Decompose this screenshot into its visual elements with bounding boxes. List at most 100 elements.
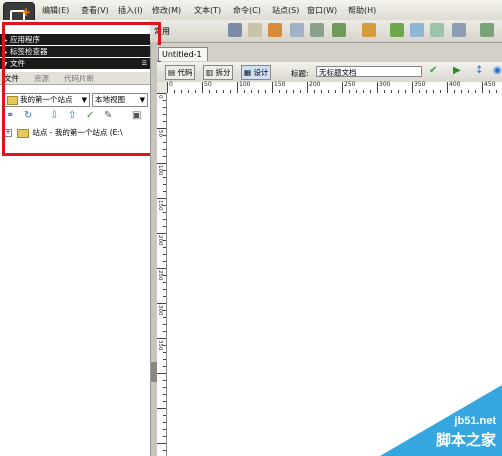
menu-modify[interactable]: 修改(M) — [152, 5, 181, 16]
ruler-tick — [163, 156, 166, 157]
watermark-name: 脚本之家 — [435, 431, 496, 449]
ruler-tick — [163, 436, 166, 437]
ruler-tick — [163, 184, 166, 185]
ruler-tick — [163, 289, 166, 290]
comment-icon[interactable] — [430, 23, 444, 37]
ruler-label: 100 — [239, 81, 251, 88]
ruler-tick — [157, 408, 166, 409]
date-icon[interactable] — [390, 23, 404, 37]
validate-icon[interactable]: ✔ — [429, 65, 437, 77]
anchor-icon[interactable] — [268, 23, 282, 37]
document-tab[interactable]: Untitled-1 — [158, 47, 208, 61]
ruler-label: 250 — [344, 81, 356, 88]
ruler-tick — [163, 394, 166, 395]
ruler-label: 100 — [157, 165, 163, 176]
ruler-label: 200 — [157, 235, 163, 246]
view-options-icon[interactable]: ◉ — [493, 65, 502, 77]
menu-view[interactable]: 查看(V) — [81, 5, 109, 16]
media-icon[interactable] — [362, 23, 376, 37]
ruler-tick — [272, 82, 273, 93]
ruler-tick — [163, 114, 166, 115]
code-view-button[interactable]: ▤ 代码 — [165, 65, 196, 80]
template-icon[interactable] — [480, 23, 494, 37]
image-icon[interactable] — [332, 23, 346, 37]
title-input[interactable]: 无标题文档 — [316, 66, 422, 77]
ruler-tick — [163, 450, 166, 451]
menu-window[interactable]: 窗口(W) — [307, 5, 337, 16]
ruler-label: 300 — [157, 305, 163, 316]
ruler-tick — [163, 317, 166, 318]
document-tab-bar — [157, 45, 502, 60]
ruler-tick — [163, 324, 166, 325]
layer-icon[interactable] — [310, 23, 324, 37]
watermark-url: jb51.net — [454, 415, 496, 427]
ruler-tick — [157, 338, 166, 339]
ruler-tick — [157, 128, 166, 129]
ruler-tick — [157, 443, 166, 444]
ruler-tick — [163, 107, 166, 108]
ruler-tick — [447, 82, 448, 93]
ruler-tick — [377, 82, 378, 93]
ruler-label: 250 — [157, 270, 163, 281]
ruler-tick — [157, 303, 166, 304]
ruler-tick — [163, 247, 166, 248]
ruler-tick — [163, 212, 166, 213]
menu-commands[interactable]: 命令(C) — [233, 5, 261, 16]
email-icon[interactable] — [248, 23, 262, 37]
menu-site[interactable]: 站点(S) — [272, 5, 299, 16]
watermark: jb51.net 脚本之家 — [380, 385, 502, 456]
ruler-tick — [157, 198, 166, 199]
ruler-tick — [412, 82, 413, 93]
ruler-label: 450 — [484, 81, 496, 88]
ruler-tick — [307, 82, 308, 93]
highlight-box — [2, 22, 161, 156]
ruler-tick — [163, 205, 166, 206]
ruler-tick — [157, 233, 166, 234]
server-side-include-icon[interactable] — [410, 23, 424, 37]
preview-icon[interactable]: ▶ — [453, 65, 461, 77]
ruler-tick — [157, 373, 166, 374]
ruler-tick — [163, 345, 166, 346]
ruler-tick — [163, 240, 166, 241]
ruler-tick — [163, 282, 166, 283]
ruler-tick — [163, 191, 166, 192]
ruler-tick — [163, 275, 166, 276]
ruler-label: 150 — [274, 81, 286, 88]
ruler-label: 0 — [169, 81, 173, 88]
ruler-tick — [163, 366, 166, 367]
ruler-tick — [163, 142, 166, 143]
ruler-tick — [482, 82, 483, 93]
ruler-label: 300 — [379, 81, 391, 88]
ruler-label: 350 — [157, 340, 163, 351]
split-view-button[interactable]: ▥ 拆分 — [203, 65, 234, 80]
ruler-label: 0 — [157, 95, 163, 99]
menu-insert[interactable]: 插入(I) — [118, 5, 143, 16]
ruler-tick — [237, 82, 238, 93]
ruler-label: 50 — [204, 81, 212, 88]
ruler-tick — [163, 135, 166, 136]
ruler-tick — [163, 422, 166, 423]
insert-bar: 常用 — [150, 20, 502, 43]
vertical-ruler: 0 50 100 150 200 250 300 350 — [157, 93, 167, 456]
ruler-tick — [163, 415, 166, 416]
ruler-tick — [163, 254, 166, 255]
ruler-tick — [163, 429, 166, 430]
ruler-tick — [342, 82, 343, 93]
head-icon[interactable] — [452, 23, 466, 37]
design-view-button[interactable]: ▦ 设计 — [241, 65, 272, 80]
ruler-tick — [163, 170, 166, 171]
table-icon[interactable] — [290, 23, 304, 37]
ruler-label: 350 — [414, 81, 426, 88]
ruler-label: 400 — [449, 81, 461, 88]
ruler-label: 200 — [309, 81, 321, 88]
refresh-design-icon[interactable]: ↕ — [475, 65, 483, 77]
hyperlink-icon[interactable] — [228, 23, 242, 37]
ruler-tick — [163, 331, 166, 332]
menu-help[interactable]: 帮助(H) — [348, 5, 376, 16]
ruler-tick — [157, 93, 166, 94]
menu-edit[interactable]: 编辑(E) — [42, 5, 69, 16]
menu-text[interactable]: 文本(T) — [194, 5, 221, 16]
ruler-tick — [157, 268, 166, 269]
ruler-tick — [163, 219, 166, 220]
ruler-tick — [163, 149, 166, 150]
